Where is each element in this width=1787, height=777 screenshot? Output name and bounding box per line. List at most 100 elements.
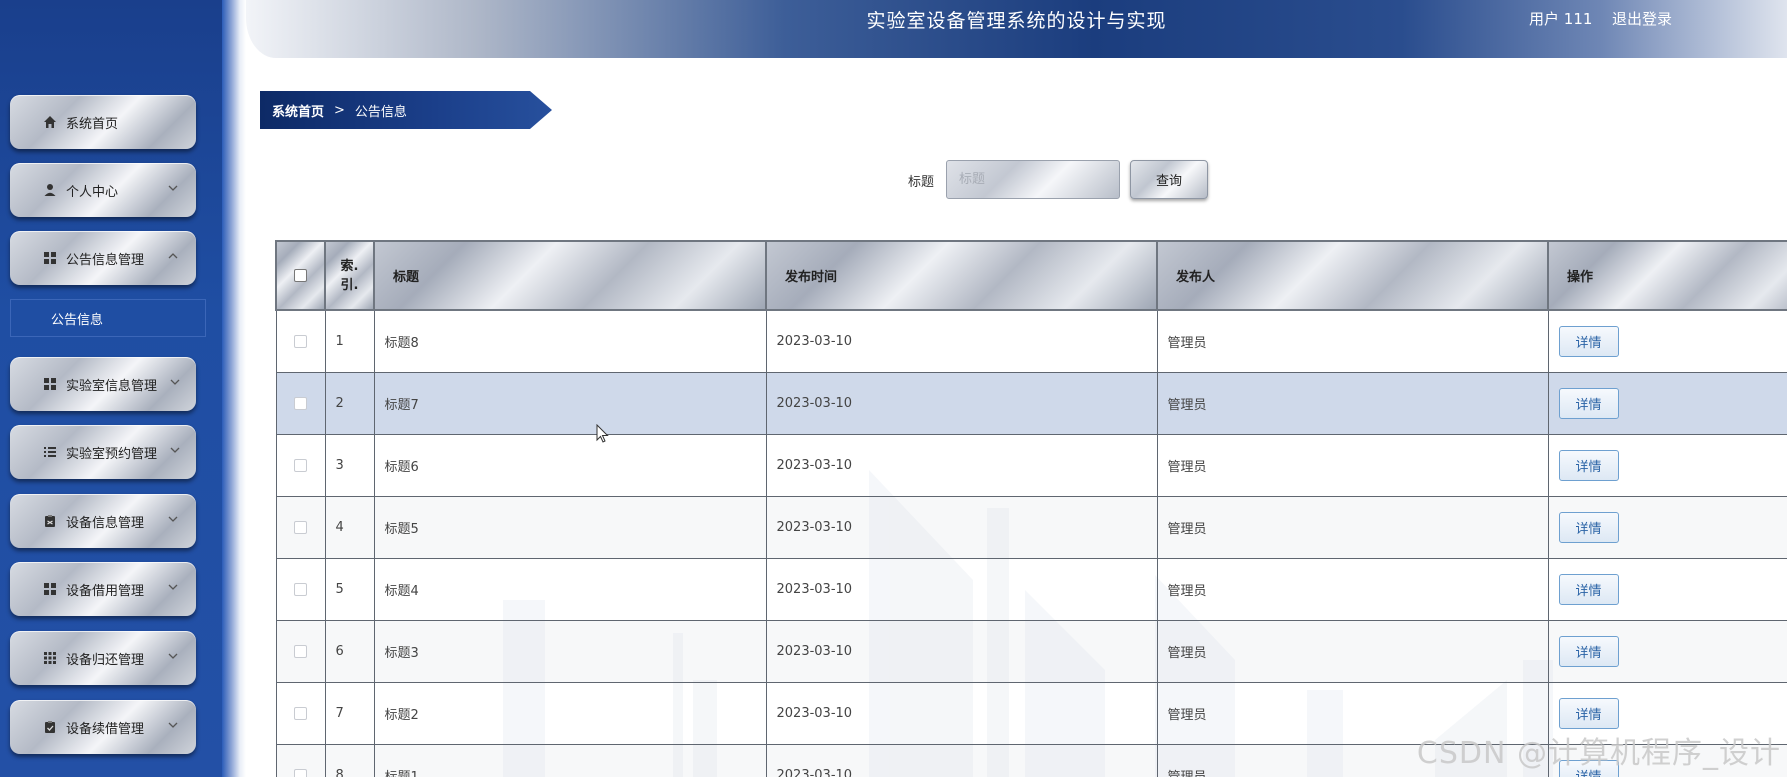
detail-button[interactable]: 详情 [1558, 635, 1619, 667]
user-icon [42, 182, 58, 198]
row-title: 标题3 [373, 619, 767, 683]
row-index: 7 [324, 681, 375, 745]
header-user-area: 用户 111 退出登录 [1529, 8, 1672, 29]
grid-icon [42, 250, 58, 266]
detail-button[interactable]: 详情 [1558, 511, 1619, 543]
select-all-checkbox[interactable] [294, 269, 307, 282]
row-index: 3 [324, 433, 375, 497]
sidebar: 系统首页 个人中心 公告信息管理 公告信息 实验室信息管理 实验室预约管理 设备… [0, 0, 232, 777]
breadcrumb-home-link[interactable]: 系统首页 [272, 101, 324, 120]
row-title: 标题6 [373, 433, 767, 497]
sidebar-item-label: 设备信息管理 [66, 515, 145, 531]
sidebar-item-home[interactable]: 系统首页 [10, 95, 196, 149]
row-checkbox[interactable] [294, 334, 307, 348]
title-header: 标题 [373, 240, 767, 311]
row-publish-time: 2023-03-10 [765, 309, 1158, 373]
search-label: 标题 [908, 175, 935, 190]
table-row: 2 标题7 2023-03-10 管理员 详情 [275, 371, 1787, 435]
sidebar-item-label: 系统首页 [66, 116, 119, 132]
query-button[interactable]: 查询 [1130, 160, 1208, 199]
table-row: 5 标题4 2023-03-10 管理员 详情 [275, 557, 1787, 621]
detail-button[interactable]: 详情 [1558, 573, 1619, 605]
notice-table-container: 索. 引. 标题 发布时间 发布人 操作 1 标题8 2023-03-10 管理… [275, 240, 1787, 777]
sidebar-item-label: 实验室预约管理 [66, 446, 158, 462]
row-index: 1 [324, 309, 375, 373]
row-checkbox[interactable] [294, 458, 307, 472]
sidebar-item-label: 设备归还管理 [66, 652, 145, 668]
index-header-line2: 引. [340, 277, 359, 293]
sidebar-item-personal-center[interactable]: 个人中心 [10, 163, 196, 217]
title-search-input[interactable] [946, 160, 1120, 199]
sidebar-item-notice-management[interactable]: 公告信息管理 [10, 231, 196, 285]
detail-button[interactable]: 详情 [1558, 697, 1619, 729]
row-publisher: 管理员 [1156, 433, 1549, 497]
mouse-cursor-icon [596, 424, 609, 443]
sidebar-subitem-notice-info[interactable]: 公告信息 [10, 299, 206, 337]
row-publisher: 管理员 [1156, 495, 1549, 559]
breadcrumb: 系统首页 > 公告信息 [260, 91, 552, 129]
row-publish-time: 2023-03-10 [765, 619, 1158, 683]
detail-button[interactable]: 详情 [1558, 387, 1619, 419]
row-checkbox[interactable] [294, 768, 307, 777]
chevron-down-icon [168, 185, 178, 191]
sidebar-item-lab-reservation[interactable]: 实验室预约管理 [10, 425, 196, 479]
sidebar-item-device-return[interactable]: 设备归还管理 [10, 631, 196, 685]
grid-icon [42, 376, 58, 392]
select-all-header [275, 240, 326, 311]
sidebar-item-device-renew[interactable]: 设备续借管理 [10, 700, 196, 754]
breadcrumb-current: 公告信息 [354, 104, 407, 120]
row-title: 标题5 [373, 495, 767, 559]
home-icon [42, 114, 58, 130]
row-checkbox[interactable] [294, 706, 307, 720]
detail-button[interactable]: 详情 [1558, 325, 1619, 357]
grid-icon [42, 581, 58, 597]
chevron-down-icon [168, 516, 178, 522]
row-publish-time: 2023-03-10 [765, 433, 1158, 497]
row-publish-time: 2023-03-10 [765, 743, 1158, 777]
table-row: 6 标题3 2023-03-10 管理员 详情 [275, 619, 1787, 683]
logout-link[interactable]: 退出登录 [1612, 10, 1672, 28]
breadcrumb-separator: > [334, 102, 345, 118]
sidebar-item-label: 设备借用管理 [66, 583, 145, 599]
notice-table: 索. 引. 标题 发布时间 发布人 操作 1 标题8 2023-03-10 管理… [275, 240, 1787, 777]
row-checkbox[interactable] [294, 396, 307, 410]
sidebar-edge-decoration [222, 0, 246, 777]
sidebar-item-label: 公告信息管理 [66, 252, 145, 268]
sidebar-item-lab-info[interactable]: 实验室信息管理 [10, 357, 196, 411]
row-publisher: 管理员 [1156, 619, 1549, 683]
chevron-down-icon [168, 584, 178, 590]
row-title: 标题7 [373, 371, 767, 435]
row-publish-time: 2023-03-10 [765, 681, 1158, 745]
grid-dots-icon [42, 650, 58, 666]
operations-header: 操作 [1547, 240, 1787, 311]
table-header-row: 索. 引. 标题 发布时间 发布人 操作 [275, 240, 1787, 311]
row-publisher: 管理员 [1156, 371, 1549, 435]
row-title: 标题2 [373, 681, 767, 745]
row-title: 标题8 [373, 309, 767, 373]
chevron-down-icon [168, 653, 178, 659]
clipboard-check-icon [42, 719, 58, 735]
row-publish-time: 2023-03-10 [765, 495, 1158, 559]
row-checkbox[interactable] [294, 582, 307, 596]
row-title: 标题1 [373, 743, 767, 777]
sidebar-item-device-borrow[interactable]: 设备借用管理 [10, 562, 196, 616]
sidebar-item-device-info[interactable]: 设备信息管理 [10, 494, 196, 548]
detail-button[interactable]: 详情 [1558, 449, 1619, 481]
index-header-line1: 索. [340, 258, 359, 274]
clipboard-icon [42, 513, 58, 529]
chevron-down-icon [170, 379, 180, 385]
row-index: 2 [324, 371, 375, 435]
table-row: 3 标题6 2023-03-10 管理员 详情 [275, 433, 1787, 497]
row-publish-time: 2023-03-10 [765, 557, 1158, 621]
sidebar-subitem-label: 公告信息 [51, 312, 104, 328]
row-checkbox[interactable] [294, 520, 307, 534]
row-checkbox[interactable] [294, 644, 307, 658]
sidebar-item-label: 实验室信息管理 [66, 378, 158, 394]
table-row: 1 标题8 2023-03-10 管理员 详情 [275, 309, 1787, 373]
row-index: 8 [324, 743, 375, 777]
publisher-header: 发布人 [1156, 240, 1549, 311]
row-title: 标题4 [373, 557, 767, 621]
publish-time-header: 发布时间 [765, 240, 1158, 311]
row-publish-time: 2023-03-10 [765, 371, 1158, 435]
watermark-text: CSDN @计算机程序_设计 [1416, 736, 1781, 771]
